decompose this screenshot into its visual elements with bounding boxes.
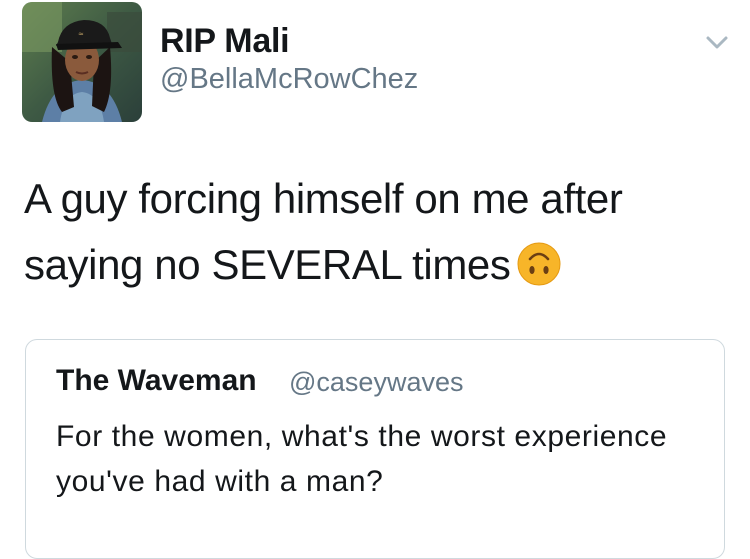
chevron-down-icon[interactable] — [700, 30, 734, 54]
avatar[interactable]: ≈ — [22, 2, 142, 122]
profile-photo: ≈ — [22, 2, 142, 122]
author-handle[interactable]: @BellaMcRowChez — [160, 63, 418, 96]
quoted-author-handle: @caseywaves — [289, 367, 464, 397]
upside-down-face-emoji — [516, 240, 562, 286]
svg-text:≈: ≈ — [78, 30, 84, 38]
quoted-author-name: The Waveman — [56, 364, 257, 397]
quoted-tweet-card[interactable]: The Waveman @caseywaves For the women, w… — [25, 339, 725, 559]
author-display-name[interactable]: RIP Mali — [160, 22, 290, 61]
tweet-text: A guy forcing himself on me after saying… — [24, 166, 724, 298]
quoted-tweet-text: For the women, what's the worst experien… — [56, 420, 668, 498]
